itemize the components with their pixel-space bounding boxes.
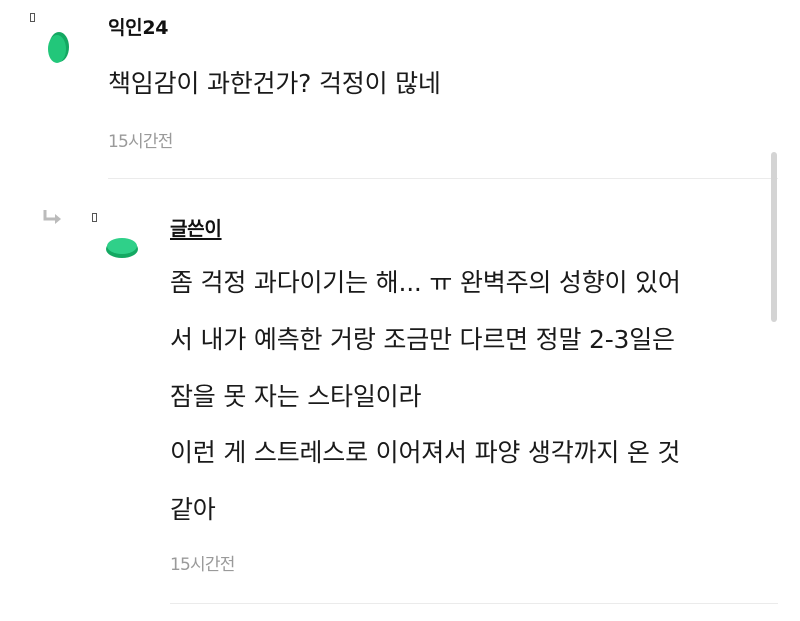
scrollbar[interactable] (771, 152, 777, 322)
reply-arrow-icon (43, 210, 61, 224)
divider (170, 603, 778, 604)
avatar-icon[interactable] (44, 30, 72, 66)
reply-text-line: 서 내가 예측한 거랑 조금만 다르면 정말 2-3일은 (170, 325, 675, 354)
reply-text-line: 잠을 못 자는 스타일이라 (170, 382, 422, 411)
comment-text: 책임감이 과한건가? 걱정이 많네 (108, 69, 441, 98)
reply-text-line: 같아 (170, 495, 216, 524)
comment-timestamp: 15시간전 (108, 132, 173, 152)
reply-text-line: 이런 게 스트레스로 이어져서 파양 생각까지 온 것 (170, 438, 681, 467)
avatar-icon[interactable] (104, 234, 140, 260)
missing-glyph-icon (30, 13, 35, 22)
reply-nickname[interactable]: 글쓴이 (170, 214, 222, 241)
reply-text-line: 좀 걱정 과다이기는 해... ㅠ 완벽주의 성향이 있어 (170, 268, 681, 297)
missing-glyph-icon (92, 213, 97, 222)
reply-timestamp: 15시간전 (170, 555, 235, 575)
comment-nickname[interactable]: 익인24 (108, 13, 169, 40)
divider (108, 178, 778, 179)
